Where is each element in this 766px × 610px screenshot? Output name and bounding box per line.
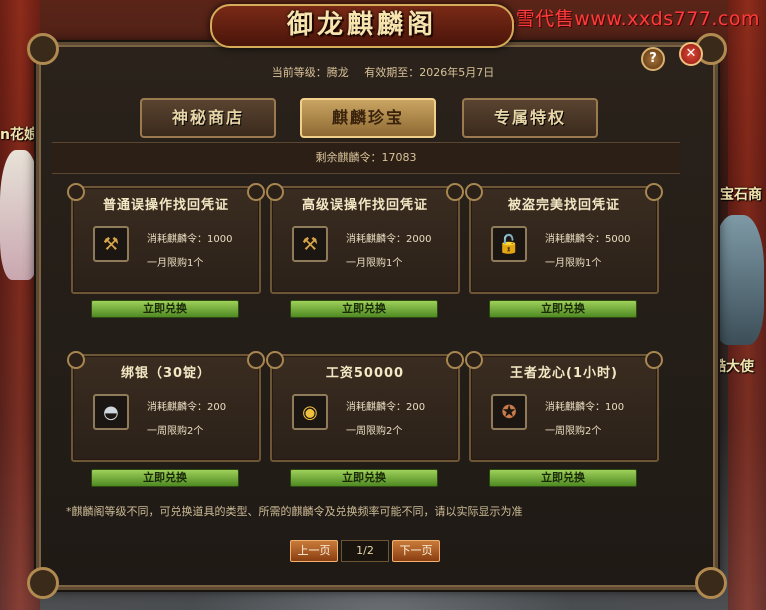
cost-label: 消耗麒麟令： — [545, 402, 605, 413]
page-indicator: 1/2 — [341, 540, 389, 562]
item-name: 王者龙心(1小时) — [510, 366, 618, 381]
tab-mystery-shop[interactable]: 神秘商店 — [140, 98, 276, 138]
cost-label: 消耗麒麟令： — [147, 402, 207, 413]
item-card: 高级误操作找回凭证 ⚒ 消耗麒麟令：2000 一月限购1个 — [266, 183, 464, 294]
next-page-button[interactable]: 下一页 — [392, 540, 440, 562]
membership-info: 当前等级：腾龙 有效期至：2026年5月7日 — [0, 64, 766, 80]
cost-label: 消耗麒麟令： — [147, 234, 207, 245]
item-card: 普通误操作找回凭证 ⚒ 消耗麒麟令：1000 一月限购1个 — [67, 183, 265, 294]
item-limit: 一周限购2个 — [545, 426, 602, 437]
npc-figure-right[interactable] — [712, 215, 764, 345]
item-cost: 消耗麒麟令：200 — [346, 398, 425, 413]
redeem-button[interactable]: 立即兑换 — [91, 469, 239, 487]
tab-exclusive-privilege[interactable]: 专属特权 — [462, 98, 598, 138]
gold-coins-icon[interactable]: ◉ — [292, 394, 328, 430]
current-level: 当前等级：腾龙 — [271, 66, 349, 79]
window-corner-ornament — [695, 567, 727, 599]
item-limit: 一月限购1个 — [346, 258, 403, 269]
cost-label: 消耗麒麟令： — [346, 402, 406, 413]
npc-name-left: n花娘 — [0, 127, 38, 143]
redeem-button[interactable]: 立即兑换 — [91, 300, 239, 318]
npc-name-right-top: 宝石商 — [720, 187, 762, 203]
item-name: 被盗完美找回凭证 — [507, 198, 620, 213]
dragon-heart-icon[interactable]: ✪ — [491, 394, 527, 430]
npc-name-right-mid: 酷大使 — [712, 359, 754, 375]
item-limit: 一周限购2个 — [147, 426, 204, 437]
item-cost: 消耗麒麟令：100 — [545, 398, 624, 413]
item-card: 王者龙心(1小时) ✪ 消耗麒麟令：100 一周限购2个 — [465, 351, 663, 462]
npc-figure-left[interactable] — [0, 150, 40, 280]
window-title-plaque: 御龙麒麟阁 — [210, 4, 514, 48]
background-pillar-left — [0, 0, 40, 610]
cost-label: 消耗麒麟令： — [545, 234, 605, 245]
redeem-button[interactable]: 立即兑换 — [290, 469, 438, 487]
prev-page-button[interactable]: 上一页 — [290, 540, 338, 562]
remaining-tokens: 剩余麒麟令：17083 — [52, 142, 680, 174]
item-limit: 一月限购1个 — [545, 258, 602, 269]
expiry-date: 有效期至：2026年5月7日 — [364, 66, 495, 79]
item-cost: 消耗麒麟令：200 — [147, 398, 226, 413]
cost-label: 消耗麒麟令： — [346, 234, 406, 245]
item-name: 绑银（30锭） — [120, 366, 212, 381]
cost-value: 2000 — [406, 234, 432, 245]
cost-value: 100 — [605, 402, 625, 413]
footnote: *麒麟阁等级不同，可兑换道具的类型、所需的麒麟令及兑换频率可能不同，请以实际显示… — [66, 505, 523, 518]
cost-value: 1000 — [207, 234, 233, 245]
hammer-icon[interactable]: ⚒ — [292, 226, 328, 262]
cost-value: 200 — [207, 402, 227, 413]
item-name: 普通误操作找回凭证 — [102, 198, 229, 213]
item-cost: 消耗麒麟令：2000 — [346, 230, 431, 245]
item-card: 绑银（30锭） ◓ 消耗麒麟令：200 一周限购2个 — [67, 351, 265, 462]
item-card: 被盗完美找回凭证 🔓 消耗麒麟令：5000 一月限购1个 — [465, 183, 663, 294]
lock-icon[interactable]: 🔓 — [491, 226, 527, 262]
item-limit: 一周限购2个 — [346, 426, 403, 437]
window-corner-ornament — [27, 567, 59, 599]
item-limit: 一月限购1个 — [147, 258, 204, 269]
watermark-text: 小雪代售www.xxds777.com — [496, 8, 760, 30]
redeem-button[interactable]: 立即兑换 — [489, 469, 637, 487]
window-corner-ornament — [27, 33, 59, 65]
window-title: 御龙麒麟阁 — [286, 10, 437, 40]
cost-value: 200 — [406, 402, 426, 413]
cost-value: 5000 — [605, 234, 631, 245]
close-button[interactable]: ✕ — [679, 42, 703, 66]
tab-qilin-treasure[interactable]: 麒麟珍宝 — [300, 98, 436, 138]
item-name: 高级误操作找回凭证 — [301, 198, 428, 213]
item-cost: 消耗麒麟令：5000 — [545, 230, 630, 245]
redeem-button[interactable]: 立即兑换 — [290, 300, 438, 318]
item-name: 工资50000 — [325, 366, 405, 381]
silver-ingot-icon[interactable]: ◓ — [93, 394, 129, 430]
hammer-icon[interactable]: ⚒ — [93, 226, 129, 262]
item-card: 工资50000 ◉ 消耗麒麟令：200 一周限购2个 — [266, 351, 464, 462]
item-cost: 消耗麒麟令：1000 — [147, 230, 232, 245]
redeem-button[interactable]: 立即兑换 — [489, 300, 637, 318]
